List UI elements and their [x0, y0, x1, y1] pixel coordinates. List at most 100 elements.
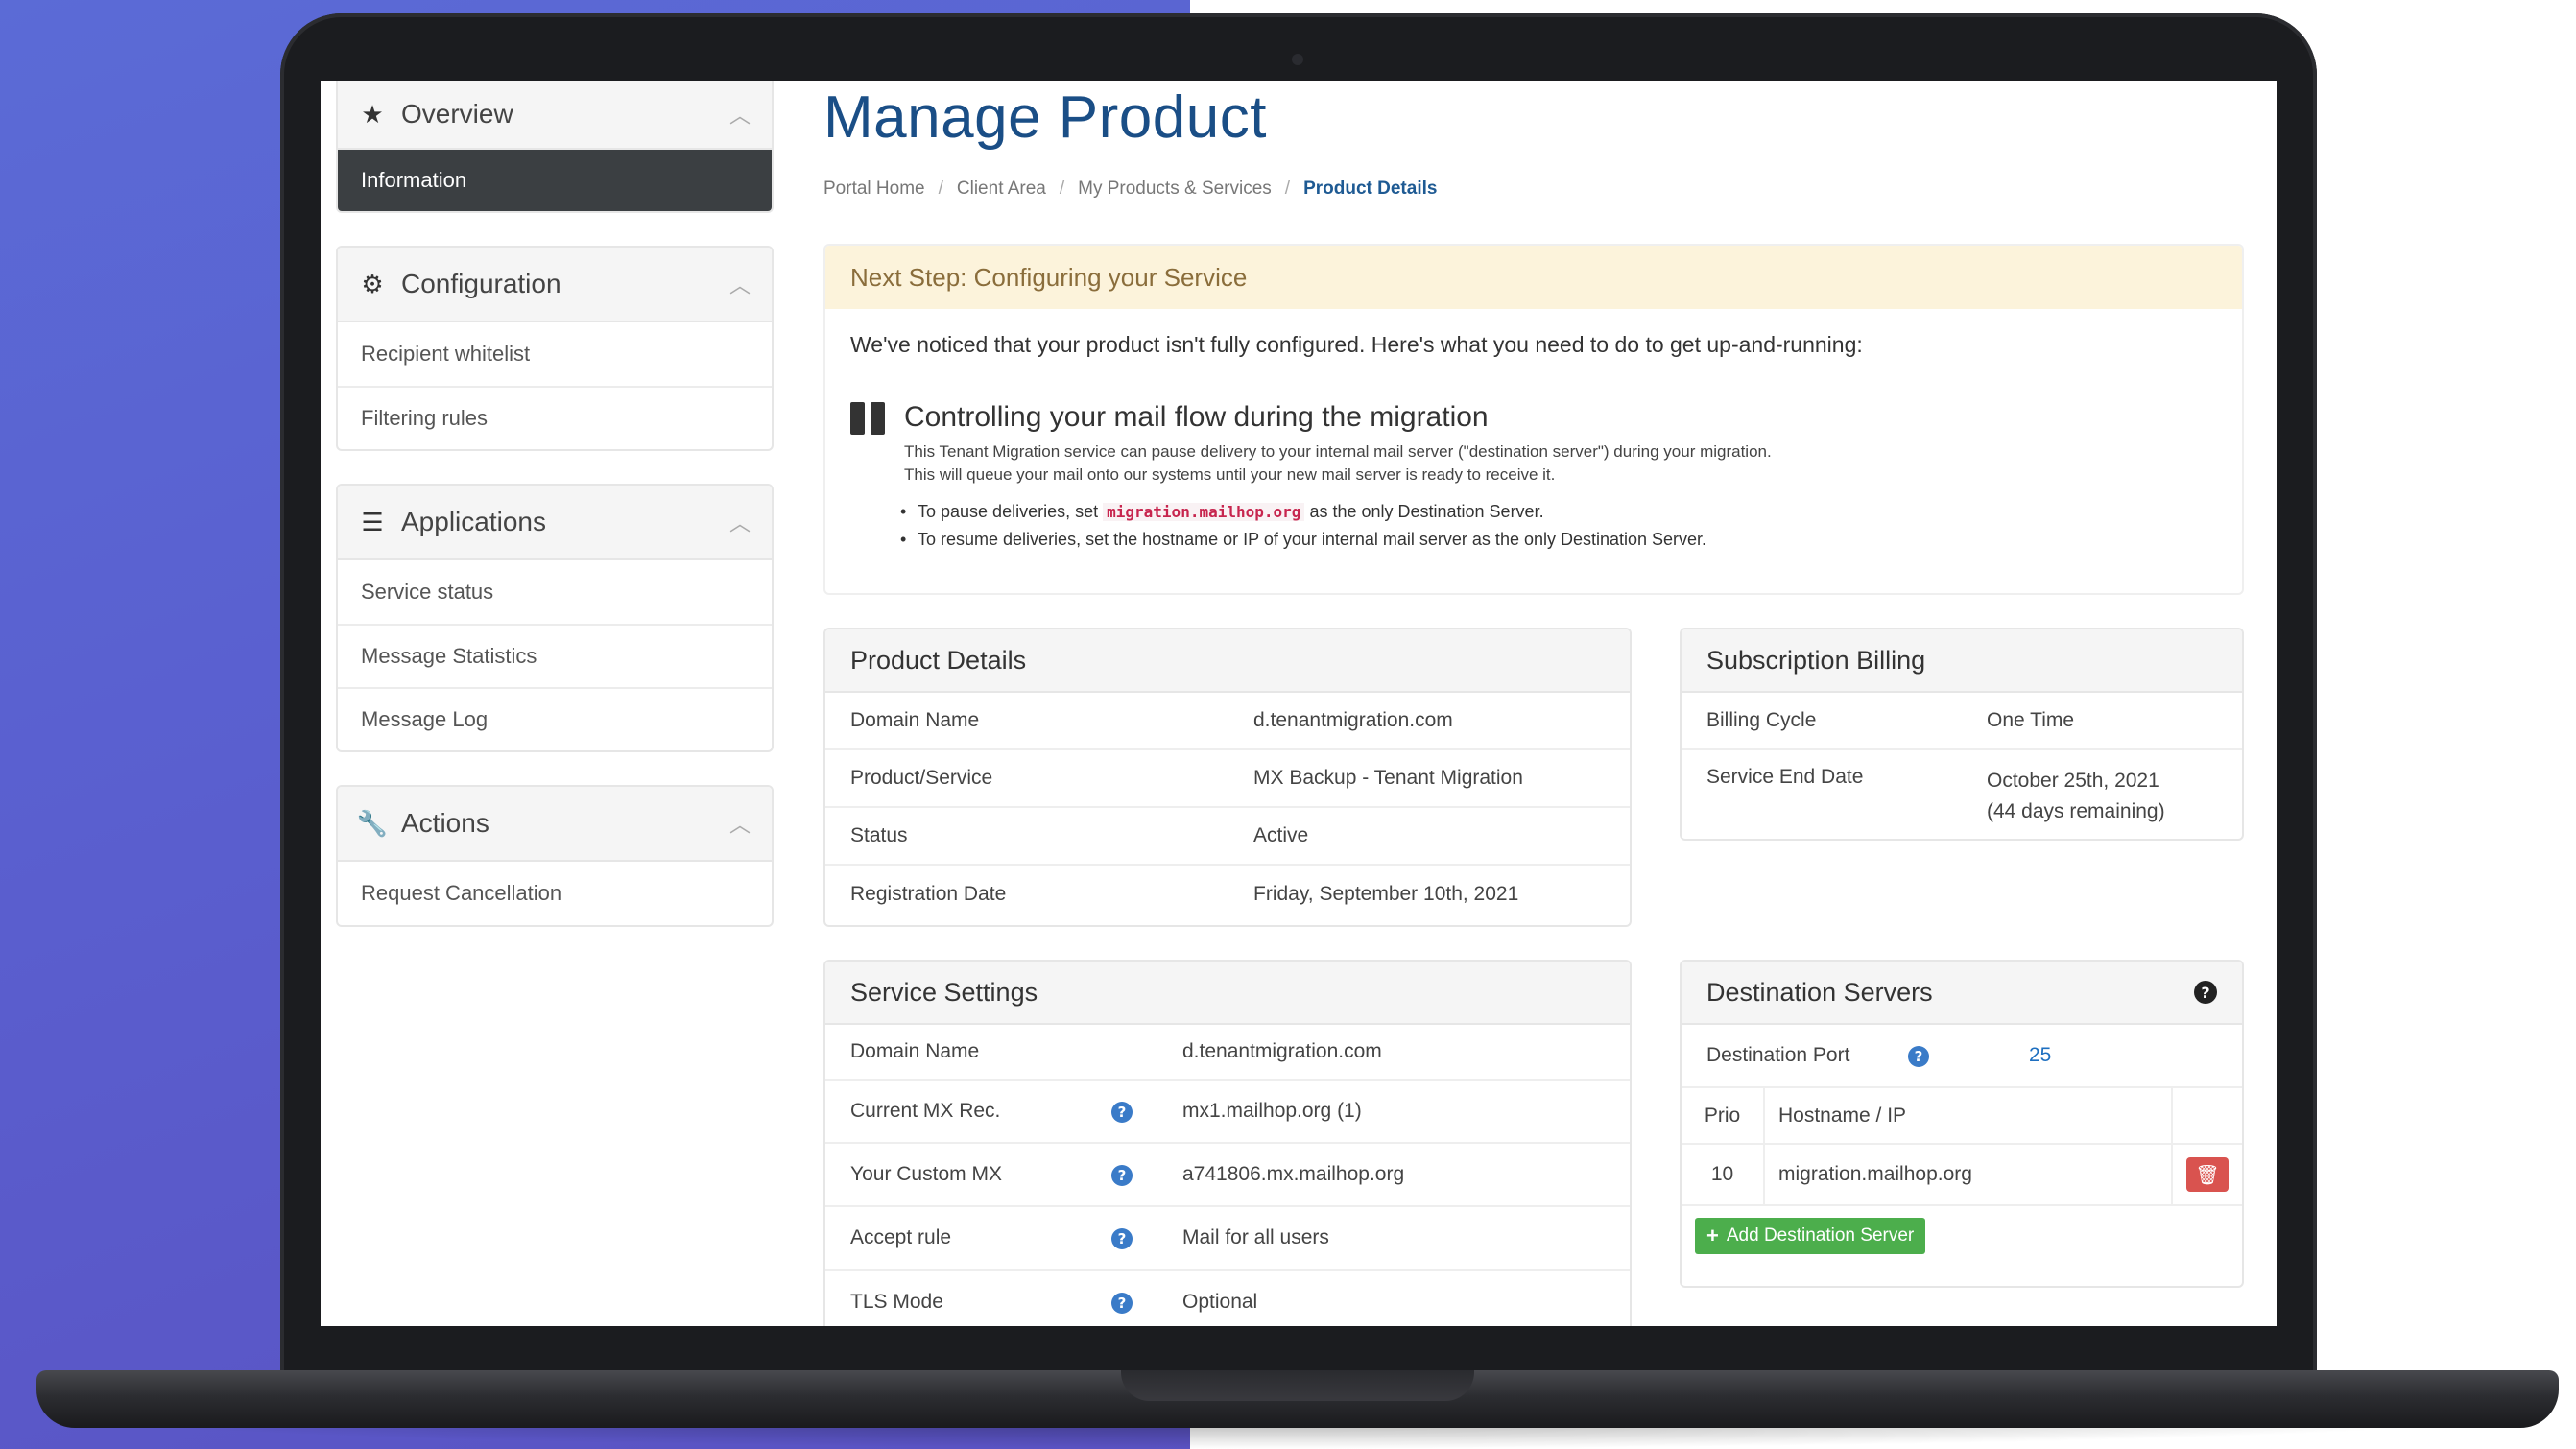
- field-label: Domain Name: [850, 1040, 980, 1062]
- field-value: Active: [1253, 824, 1309, 846]
- destination-servers-table: Prio Hostname / IP 10 migration.mailhop.…: [1682, 1088, 2242, 1206]
- subscription-billing-card: Subscription Billing Billing Cycle One Ti…: [1680, 628, 2244, 841]
- breadcrumb-separator: /: [1059, 178, 1065, 199]
- card-header: Destination Servers ?: [1682, 962, 2242, 1025]
- panel-title: Actions: [401, 808, 489, 838]
- help-icon[interactable]: ?: [1111, 1165, 1133, 1186]
- laptop-screen: ★ Overview ︿ Information ⚙ Configuration…: [321, 81, 2277, 1326]
- main-content: Manage Product Portal Home / Client Area…: [823, 81, 2244, 1326]
- field-label: Billing Cycle: [1706, 709, 1817, 731]
- sidebar-panel-header-overview[interactable]: ★ Overview ︿: [338, 81, 772, 150]
- destination-port-value[interactable]: 25: [2029, 1044, 2051, 1067]
- field-label: Accept rule: [850, 1226, 952, 1248]
- card-title: Subscription Billing: [1706, 645, 1926, 675]
- breadcrumb-client-area[interactable]: Client Area: [957, 178, 1046, 200]
- delete-server-button[interactable]: 🗑: [2186, 1157, 2229, 1192]
- field-label: Product/Service: [850, 767, 993, 789]
- field-label: Registration Date: [850, 883, 1007, 905]
- field-label: Destination Port: [1706, 1044, 1850, 1066]
- field-value: d.tenantmigration.com: [1253, 709, 1453, 731]
- column-header-prio: Prio: [1682, 1088, 1765, 1145]
- sidebar-panel-overview: ★ Overview ︿ Information: [336, 81, 774, 213]
- help-icon[interactable]: ?: [1908, 1046, 1929, 1067]
- table-row: Your Custom MX? a741806.mx.mailhop.org: [825, 1144, 1630, 1207]
- migration-step: Controlling your mail flow during the mi…: [850, 400, 2217, 487]
- sidebar-panel-header-applications[interactable]: ☰ Applications ︿: [338, 486, 772, 560]
- field-label: Service End Date: [1706, 766, 1864, 788]
- gear-icon: ⚙: [361, 269, 384, 298]
- days-remaining: (44 days remaining): [1987, 800, 2165, 822]
- breadcrumb-products-services[interactable]: My Products & Services: [1078, 178, 1272, 200]
- step-description: This Tenant Migration service can pause …: [904, 440, 1772, 487]
- sidebar-panel-actions: 🔧 Actions ︿ Request Cancellation: [336, 785, 774, 927]
- sidebar-item-message-log[interactable]: Message Log: [338, 687, 772, 750]
- list-icon: ☰: [361, 507, 384, 536]
- table-row: Status Active: [825, 808, 1630, 866]
- card-header: Service Settings: [825, 962, 1630, 1025]
- instruction-text: as the only Destination Server.: [1309, 502, 1544, 521]
- tls-mode-link[interactable]: Optional: [1182, 1291, 1257, 1314]
- field-value: Friday, September 10th, 2021: [1253, 883, 1519, 905]
- chevron-up-icon[interactable]: ︿: [729, 269, 751, 299]
- accept-rule-link[interactable]: Mail for all users: [1182, 1226, 1329, 1249]
- sidebar-item-message-statistics[interactable]: Message Statistics: [338, 624, 772, 687]
- sidebar-panel-header-configuration[interactable]: ⚙ Configuration ︿: [338, 248, 772, 322]
- sidebar-item-information[interactable]: Information: [338, 150, 772, 211]
- field-value: One Time: [1987, 709, 2075, 731]
- breadcrumb-product-details: Product Details: [1303, 178, 1438, 199]
- product-details-card: Product Details Domain Name d.tenantmigra…: [823, 628, 1632, 927]
- breadcrumb-separator: /: [938, 178, 943, 199]
- table-row: Product/Service MX Backup - Tenant Migrat…: [825, 750, 1630, 808]
- laptop-notch: [1121, 1370, 1474, 1401]
- sidebar-panel-configuration: ⚙ Configuration ︿ Recipient whitelist Fi…: [336, 246, 774, 451]
- breadcrumb: Portal Home / Client Area / My Products …: [823, 178, 2244, 200]
- card-header: Subscription Billing: [1682, 629, 2242, 693]
- table-row: Billing Cycle One Time: [1682, 693, 2242, 750]
- step-instructions: To pause deliveries, set migration.mailh…: [850, 498, 2217, 553]
- help-icon[interactable]: ?: [1111, 1293, 1133, 1314]
- sidebar-item-filtering-rules[interactable]: Filtering rules: [338, 386, 772, 449]
- add-destination-server-button[interactable]: + Add Destination Server: [1695, 1218, 1926, 1254]
- field-value: a741806.mx.mailhop.org: [1182, 1163, 1405, 1185]
- instruction-pause: To pause deliveries, set migration.mailh…: [900, 498, 2217, 526]
- table-row: TLS Mode? Optional: [825, 1271, 1630, 1326]
- card-title: Product Details: [850, 645, 1027, 675]
- instruction-text: To pause deliveries, set: [918, 502, 1099, 521]
- panel-title: Applications: [401, 507, 546, 536]
- hostname-cell: migration.mailhop.org: [1764, 1144, 2173, 1206]
- sidebar-panel-header-actions[interactable]: 🔧 Actions ︿: [338, 787, 772, 862]
- step-title: Controlling your mail flow during the mi…: [904, 401, 1489, 433]
- table-row: Domain Name d.tenantmigration.com: [825, 1025, 1630, 1081]
- sidebar-item-recipient-whitelist[interactable]: Recipient whitelist: [338, 322, 772, 386]
- card-header: Product Details: [825, 629, 1630, 693]
- help-icon[interactable]: ?: [1111, 1228, 1133, 1249]
- breadcrumb-separator: /: [1284, 178, 1291, 199]
- sidebar: ★ Overview ︿ Information ⚙ Configuration…: [336, 81, 774, 960]
- field-label: Status: [850, 824, 908, 846]
- service-end-date: October 25th, 2021: [1987, 770, 2159, 792]
- trash-icon: 🗑: [2195, 1164, 2220, 1186]
- help-icon[interactable]: ?: [1111, 1102, 1133, 1123]
- field-label: Domain Name: [850, 709, 980, 731]
- sidebar-panel-applications: ☰ Applications ︿ Service status Message …: [336, 484, 774, 752]
- step-desc-line: This will queue your mail onto our syste…: [904, 465, 1556, 484]
- migration-hostname-code: migration.mailhop.org: [1103, 503, 1305, 521]
- chevron-up-icon[interactable]: ︿: [729, 99, 751, 130]
- question-icon[interactable]: ?: [2194, 981, 2217, 1004]
- table-row: Accept rule? Mail for all users: [825, 1207, 1630, 1271]
- service-settings-card: Service Settings Domain Name d.tenantmigr…: [823, 960, 1632, 1326]
- table-row: Current MX Rec.? mx1.mailhop.org (1): [825, 1081, 1630, 1144]
- sidebar-item-request-cancellation[interactable]: Request Cancellation: [338, 862, 772, 925]
- card-title: Destination Servers: [1706, 977, 1933, 1007]
- field-value: MX Backup - Tenant Migration: [1253, 767, 1523, 789]
- breadcrumb-portal-home[interactable]: Portal Home: [823, 178, 925, 200]
- add-button-label: Add Destination Server: [1726, 1225, 1915, 1246]
- next-step-alert: Next Step: Configuring your Service We'v…: [823, 244, 2244, 595]
- chevron-up-icon[interactable]: ︿: [729, 507, 751, 537]
- star-icon: ★: [361, 99, 384, 129]
- sidebar-item-service-status[interactable]: Service status: [338, 560, 772, 624]
- field-label: Current MX Rec.: [850, 1100, 1001, 1122]
- card-title: Service Settings: [850, 977, 1038, 1007]
- chevron-up-icon[interactable]: ︿: [729, 808, 751, 839]
- destination-port-row: Destination Port ? 25: [1682, 1025, 2242, 1088]
